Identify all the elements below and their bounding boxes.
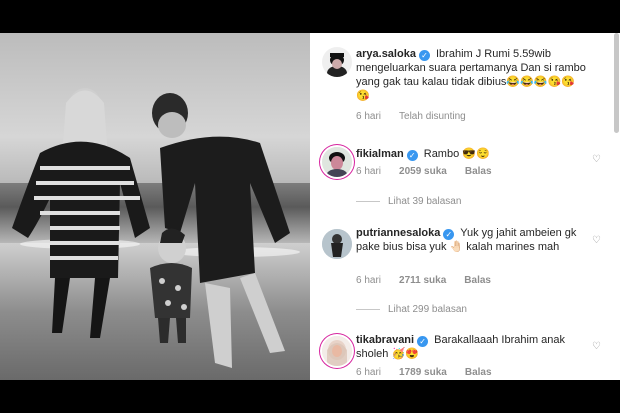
family-figures-image: [12, 88, 290, 368]
reply-button[interactable]: Balas: [465, 367, 492, 378]
avatar[interactable]: [322, 336, 352, 366]
comment-text: Rambo 😎😌: [423, 148, 490, 160]
avatar[interactable]: [322, 47, 352, 77]
caption-username[interactable]: arya.saloka: [356, 48, 416, 60]
view-replies-button[interactable]: Lihat 39 balasan: [356, 196, 461, 207]
verified-badge-icon: ✓: [443, 229, 455, 240]
view-replies-button[interactable]: Lihat 299 balasan: [356, 304, 467, 315]
verified-badge-icon: ✓: [406, 150, 418, 161]
verified-badge-icon: ✓: [418, 50, 430, 61]
comment-time[interactable]: 6 hari: [356, 275, 381, 286]
replies-line: [356, 309, 380, 310]
reply-button[interactable]: Balas: [464, 275, 491, 286]
comment-likes[interactable]: 2059 suka: [399, 166, 447, 177]
avatar[interactable]: [322, 147, 352, 177]
heart-outline-icon[interactable]: ♡: [592, 342, 602, 352]
post-photo[interactable]: [0, 33, 310, 380]
comment-username[interactable]: tikabravani: [356, 334, 414, 346]
comment-likes[interactable]: 2711 suka: [399, 275, 446, 286]
heart-outline-icon[interactable]: ♡: [592, 236, 602, 246]
comment-username[interactable]: putriannesaloka: [356, 227, 440, 239]
reply-button[interactable]: Balas: [465, 166, 492, 177]
caption-time[interactable]: 6 hari: [356, 111, 381, 122]
comment-username[interactable]: fikialman: [356, 148, 404, 160]
heart-outline-icon[interactable]: ♡: [592, 155, 602, 165]
scrollbar[interactable]: [614, 33, 619, 133]
comment-time[interactable]: 6 hari: [356, 367, 381, 378]
avatar[interactable]: [322, 229, 352, 259]
caption-edited: Telah disunting: [399, 111, 466, 122]
instagram-post-frame: arya.saloka ✓ Ibrahim J Rumi 5.59wib meng…: [0, 33, 620, 380]
comment-likes[interactable]: 1789 suka: [399, 367, 447, 378]
replies-line: [356, 201, 380, 202]
comments-panel[interactable]: arya.saloka ✓ Ibrahim J Rumi 5.59wib meng…: [310, 33, 620, 380]
comment-time[interactable]: 6 hari: [356, 166, 381, 177]
verified-badge-icon: ✓: [417, 336, 429, 347]
